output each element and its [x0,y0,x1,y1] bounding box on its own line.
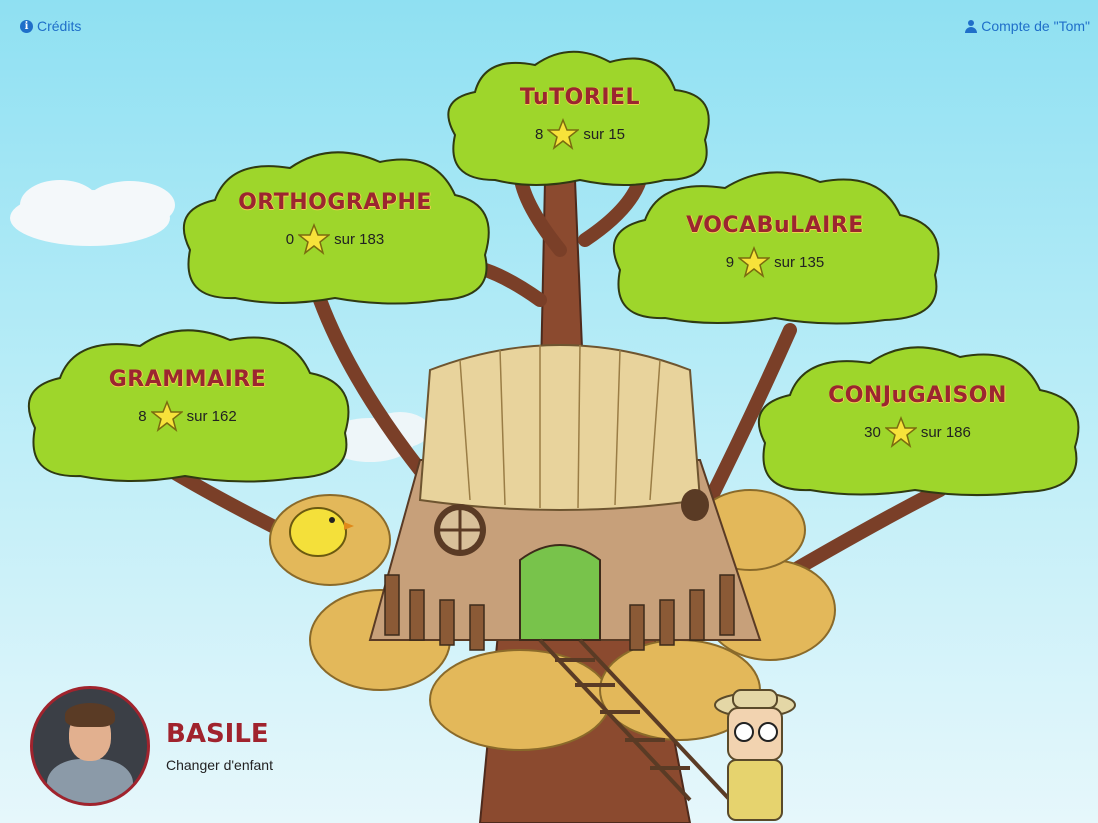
category-title: CONJuGAISON [828,383,1007,408]
star-icon [884,416,917,448]
stars-earned: 8 [138,407,147,425]
stars-total: sur 15 [583,125,626,143]
category-title: GRAMMAIRE [108,367,267,392]
category-title: VOCABuLAIRE [686,213,864,238]
stars-earned: 9 [725,253,735,271]
category-score: 0 sur 183 [170,223,500,255]
stars-earned: 0 [285,230,295,248]
avatar-shirt [47,759,133,803]
category-title: ORTHOGRAPHE [238,190,432,215]
category-score: 30 sur 186 [745,416,1090,448]
stars-earned: 30 [864,423,881,441]
cloud-left [10,180,175,246]
stars-total: sur 162 [186,407,237,425]
stars-earned: 8 [534,125,544,143]
hut-roof [418,344,702,511]
hut-window [434,504,486,556]
star-icon [738,246,771,278]
child-profile: BASILE Changer d'enfant [30,686,273,806]
stars-total: sur 186 [920,423,971,441]
avatar[interactable] [30,686,150,806]
star-icon [150,400,183,432]
star-icon [547,118,580,150]
category-score: 8 sur 162 [15,400,360,432]
avatar-hair [65,703,115,727]
stars-total: sur 135 [774,253,825,271]
child-name: BASILE [166,719,269,749]
category-score: 9 sur 135 [600,246,950,278]
stars-total: sur 183 [334,230,385,248]
hut-round-window [681,489,709,521]
star-icon [298,223,331,255]
category-title: TuTORIEL [519,85,641,110]
hut-door [519,544,601,641]
explorer-character [714,689,796,821]
change-child-link[interactable]: Changer d'enfant [166,757,273,773]
